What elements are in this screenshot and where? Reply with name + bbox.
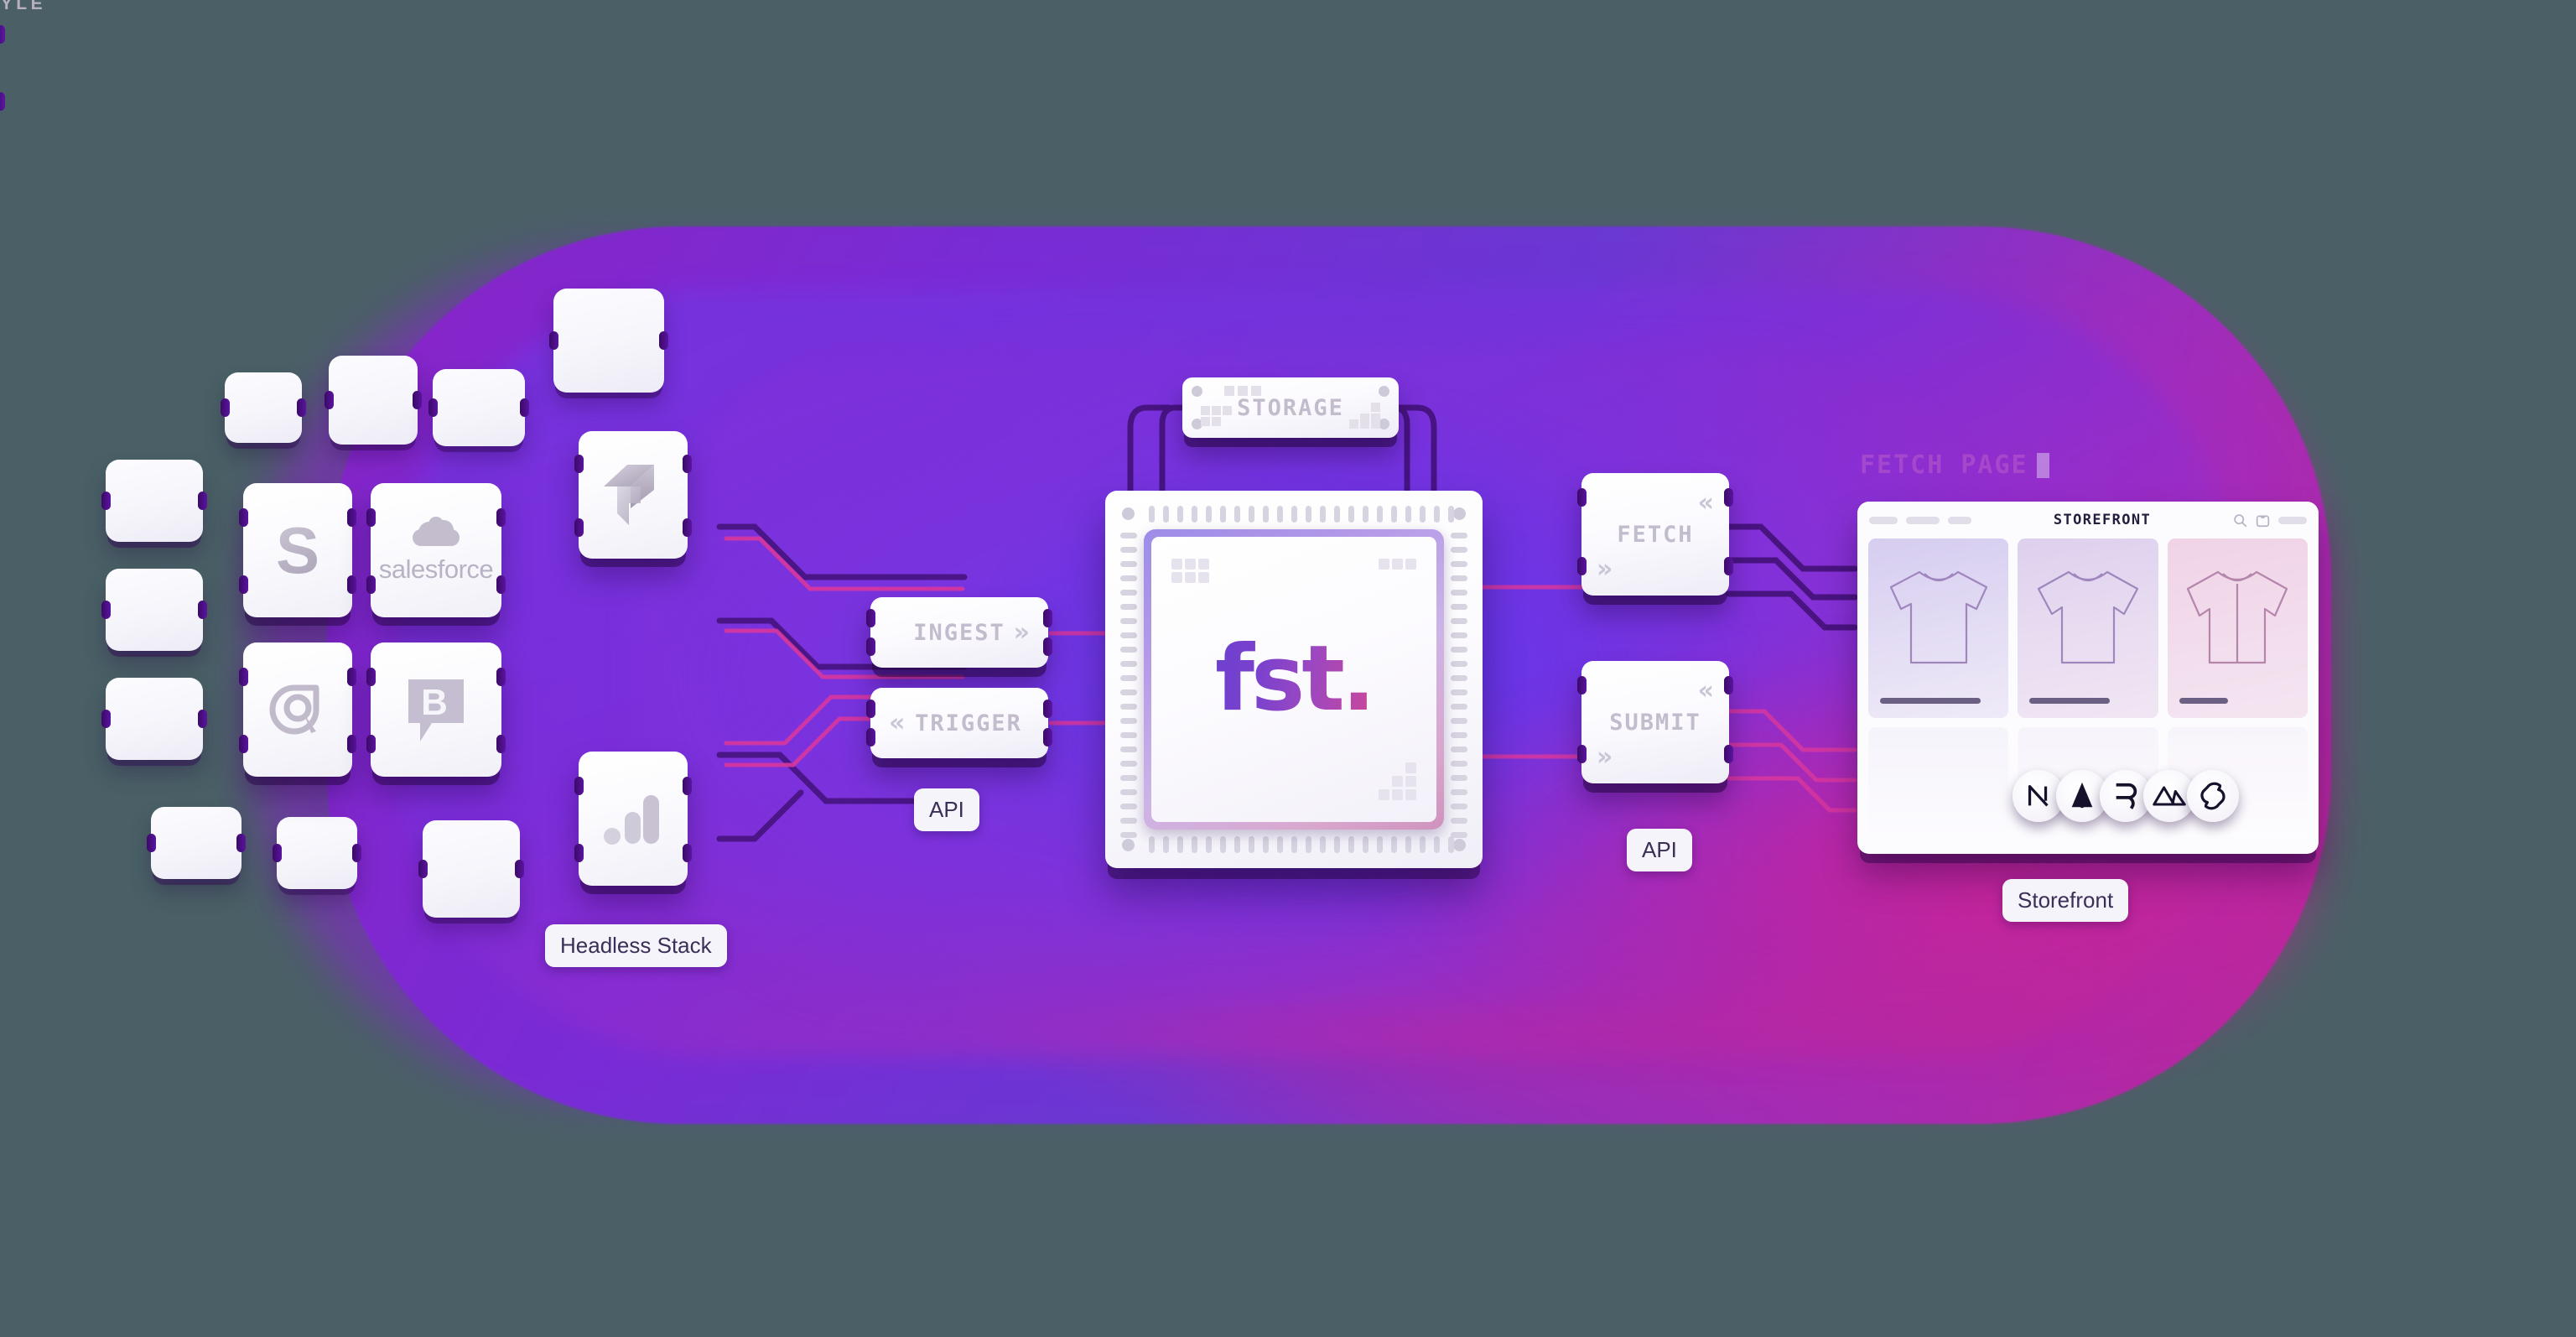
button-shirt-icon: [2187, 571, 2288, 664]
storage-node[interactable]: STORAGE: [1182, 377, 1399, 438]
label-api-ingress: API: [914, 788, 979, 831]
chevron-right-icon: »: [1597, 554, 1613, 584]
corner-dot: [1122, 507, 1135, 520]
logo-tile-algolia[interactable]: [239, 642, 356, 777]
fetch-label: FETCH: [1617, 521, 1694, 548]
algolia-icon: [243, 642, 352, 777]
pixel-block: [1371, 419, 1380, 429]
die-pixel-cluster-br: [1379, 762, 1416, 800]
product-title-placeholder: [2179, 698, 2228, 704]
placeholder-tile: [147, 807, 246, 879]
framework-badges: [2012, 770, 2239, 822]
label-storefront: Storefront: [2002, 879, 2129, 922]
svg-text:B: B: [421, 682, 448, 723]
chevron-right-icon: »: [1013, 617, 1030, 648]
chip-die: fst.: [1151, 537, 1436, 822]
placeholder-tile: [325, 356, 422, 445]
ingest-label: INGEST: [913, 619, 1005, 646]
chip-pins-left: [1120, 533, 1137, 846]
label-api-egress: API: [1627, 829, 1692, 871]
nav-placeholder[interactable]: [1869, 516, 1898, 524]
nav-placeholder[interactable]: [1948, 516, 1971, 524]
chevron-left-icon: «: [1697, 488, 1714, 518]
product-card[interactable]: [1868, 538, 2009, 718]
storefront-title: STOREFRONT: [2053, 512, 2152, 528]
product-card[interactable]: [2018, 538, 2158, 718]
placeholder-tile: [101, 460, 207, 542]
logo-tile-contentful[interactable]: [574, 431, 692, 559]
search-icon[interactable]: [2233, 513, 2247, 528]
chevron-left-icon: «: [889, 708, 906, 738]
pixel-block: [1212, 417, 1221, 426]
pixel-block: [1349, 419, 1358, 429]
trigger-node[interactable]: « TRIGGER: [866, 688, 1052, 758]
pixel-block: [1223, 406, 1232, 415]
diagram-canvas: FETCH PAGE S salesforce B YLE Headless S…: [0, 0, 2576, 1337]
placeholder-tile: [418, 820, 524, 918]
t-shirt-icon: [2037, 571, 2139, 664]
submit-node[interactable]: « SUBMIT »: [1577, 661, 1733, 783]
nav-placeholder[interactable]: [1906, 516, 1940, 524]
storage-label: STORAGE: [1237, 394, 1344, 421]
pixel-block: [1201, 417, 1210, 426]
bazaarvoice-icon: B: [371, 642, 501, 777]
salesforce-icon: salesforce: [371, 483, 501, 617]
placeholder-tile: [101, 678, 207, 760]
pixel-block: [1360, 419, 1369, 429]
ingest-node[interactable]: INGEST »: [866, 597, 1052, 668]
text-cursor: [2036, 452, 2049, 478]
logo-tile-salesforce[interactable]: salesforce: [366, 483, 506, 617]
placeholder-tile: [101, 569, 207, 651]
cloud-icon: [413, 517, 460, 546]
fetch-node[interactable]: « FETCH »: [1577, 473, 1733, 596]
chip-die-frame: fst.: [1144, 529, 1444, 830]
chevron-right-icon: »: [1597, 742, 1613, 772]
placeholder-tile: [428, 369, 529, 446]
pixel-block: [1238, 386, 1248, 396]
product-title-placeholder: [2029, 698, 2111, 704]
svelte-icon[interactable]: [2187, 770, 2239, 822]
chevron-left-icon: «: [1697, 676, 1714, 705]
chip-pins-bottom: [1149, 836, 1462, 853]
trigger-label: TRIGGER: [915, 710, 1022, 736]
submit-label: SUBMIT: [1609, 709, 1701, 736]
placeholder-tile: [221, 372, 306, 443]
label-headless-stack: Headless Stack: [545, 924, 727, 967]
fst-chip[interactable]: fst.: [1105, 491, 1483, 868]
corner-dot: [1379, 386, 1389, 397]
logo-tile-shopify[interactable]: S: [239, 483, 356, 617]
storefront-header: STOREFRONT: [1857, 502, 2319, 538]
chip-pins-right: [1451, 533, 1467, 846]
pixel-block: [1251, 386, 1261, 396]
die-pixel-cluster-tr: [1379, 559, 1416, 570]
product-card[interactable]: [1868, 727, 2009, 838]
shopping-bag-icon[interactable]: [2256, 512, 2270, 528]
pixel-block: [1212, 406, 1221, 415]
pixel-block: [1201, 406, 1210, 415]
corner-dot: [1192, 386, 1202, 397]
placeholder-tile: [273, 817, 361, 889]
chip-pins-top: [1149, 506, 1462, 523]
product-card[interactable]: [2167, 538, 2308, 718]
nav-placeholder[interactable]: [2278, 516, 2308, 524]
t-shirt-icon: [1889, 571, 1987, 664]
contentful-icon: [579, 431, 688, 559]
die-pixel-cluster-tl: [1171, 559, 1209, 583]
pixel-block: [1224, 386, 1234, 396]
product-title-placeholder: [1880, 698, 1981, 704]
logo-tile-google-analytics[interactable]: [574, 752, 692, 886]
shopify-icon: S: [275, 512, 320, 587]
logo-tile-bazaarvoice[interactable]: B: [366, 642, 506, 777]
placeholder-tile: [549, 289, 668, 393]
pixel-block: [1371, 403, 1380, 412]
fst-wordmark: fst.: [1215, 627, 1376, 731]
fetch-page-watermark: FETCH PAGE: [1860, 450, 2049, 480]
google-analytics-icon: [579, 752, 688, 886]
